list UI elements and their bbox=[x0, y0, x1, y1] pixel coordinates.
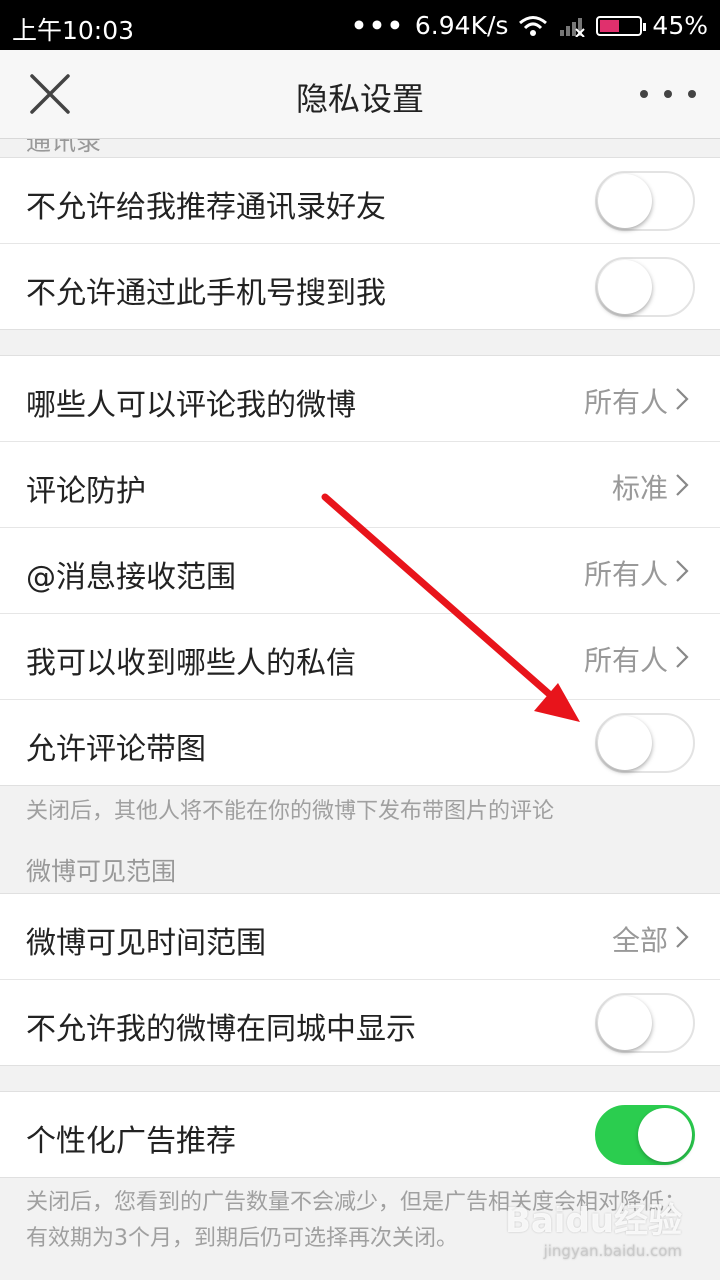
status-time: 上午10:03 bbox=[12, 16, 135, 45]
chevron-right-icon bbox=[676, 926, 689, 948]
row-label: 不允许给我推荐通讯录好友 bbox=[26, 190, 386, 225]
network-speed: 6.94K/s bbox=[414, 11, 509, 40]
signal-icon bbox=[560, 17, 586, 37]
row-label: 允许评论带图 bbox=[26, 732, 206, 767]
ads-group: 个性化广告推荐 bbox=[0, 1091, 720, 1178]
private-message-row[interactable]: 我可以收到哪些人的私信 所有人 bbox=[0, 614, 720, 700]
battery-icon bbox=[596, 15, 647, 36]
row-label: 个性化广告推荐 bbox=[26, 1124, 236, 1159]
chevron-right-icon bbox=[676, 388, 689, 410]
personalized-ads-row[interactable]: 个性化广告推荐 bbox=[0, 1092, 720, 1177]
comment-image-row[interactable]: 允许评论带图 bbox=[0, 700, 720, 785]
comment-image-toggle[interactable] bbox=[595, 713, 695, 773]
interaction-group: 哪些人可以评论我的微博 所有人 评论防护 标准 @消息接收范围 所有人 我可以收… bbox=[0, 355, 720, 786]
section-header-contacts: 通讯录 bbox=[26, 138, 102, 156]
personalized-ads-toggle[interactable] bbox=[595, 1105, 695, 1165]
row-value: 所有人 bbox=[583, 558, 668, 591]
row-label: 不允许我的微博在同城中显示 bbox=[26, 1012, 416, 1047]
row-label: 我可以收到哪些人的私信 bbox=[26, 646, 356, 681]
chevron-right-icon bbox=[676, 646, 689, 668]
row-label: 哪些人可以评论我的微博 bbox=[26, 388, 356, 423]
visibility-group: 微博可见时间范围 全部 不允许我的微博在同城中显示 bbox=[0, 893, 720, 1066]
notification-dots-icon: ••• bbox=[350, 11, 405, 40]
phone-search-row[interactable]: 不允许通过此手机号搜到我 bbox=[0, 244, 720, 329]
who-can-comment-row[interactable]: 哪些人可以评论我的微博 所有人 bbox=[0, 356, 720, 442]
row-value: 所有人 bbox=[583, 644, 668, 677]
section-header-visibility: 微博可见范围 bbox=[26, 857, 177, 886]
row-value: 所有人 bbox=[583, 386, 668, 419]
wifi-icon bbox=[519, 15, 548, 36]
visible-time-range-row[interactable]: 微博可见时间范围 全部 bbox=[0, 894, 720, 980]
contacts-recommend-row[interactable]: 不允许给我推荐通讯录好友 bbox=[0, 158, 720, 244]
contacts-group: 不允许给我推荐通讯录好友 不允许通过此手机号搜到我 bbox=[0, 157, 720, 330]
row-value: 标准 bbox=[611, 472, 668, 505]
more-icon[interactable] bbox=[640, 74, 696, 114]
row-label: @消息接收范围 bbox=[26, 560, 236, 595]
same-city-toggle[interactable] bbox=[595, 993, 695, 1053]
watermark-brand: Baidu经验 bbox=[504, 1201, 682, 1241]
chevron-right-icon bbox=[676, 474, 689, 496]
settings-list: 通讯录 不允许给我推荐通讯录好友 不允许通过此手机号搜到我 哪些人可以评论我的微… bbox=[0, 138, 720, 1280]
battery-level: 45% bbox=[652, 11, 708, 40]
status-icons: ••• 6.94K/s 45% bbox=[351, 11, 708, 40]
comment-image-note: 关闭后，其他人将不能在你的微博下发布带图片的评论 bbox=[26, 799, 555, 824]
contacts-recommend-toggle[interactable] bbox=[595, 171, 695, 231]
row-label: 评论防护 bbox=[26, 474, 146, 509]
row-label: 微博可见时间范围 bbox=[26, 926, 266, 961]
status-bar: 上午10:03 ••• 6.94K/s 45% bbox=[0, 0, 720, 50]
mention-range-row[interactable]: @消息接收范围 所有人 bbox=[0, 528, 720, 614]
page-title: 隐私设置 bbox=[295, 80, 424, 118]
comment-protection-row[interactable]: 评论防护 标准 bbox=[0, 442, 720, 528]
same-city-row[interactable]: 不允许我的微博在同城中显示 bbox=[0, 980, 720, 1065]
chevron-right-icon bbox=[676, 560, 689, 582]
watermark-url: jingyan.baidu.com bbox=[543, 1242, 682, 1260]
row-label: 不允许通过此手机号搜到我 bbox=[26, 276, 386, 311]
phone-search-toggle[interactable] bbox=[595, 257, 695, 317]
nav-bar: 隐私设置 bbox=[0, 50, 720, 139]
baidu-watermark: Baidu经验 jingyan.baidu.com bbox=[505, 1193, 682, 1260]
row-value: 全部 bbox=[611, 924, 668, 957]
